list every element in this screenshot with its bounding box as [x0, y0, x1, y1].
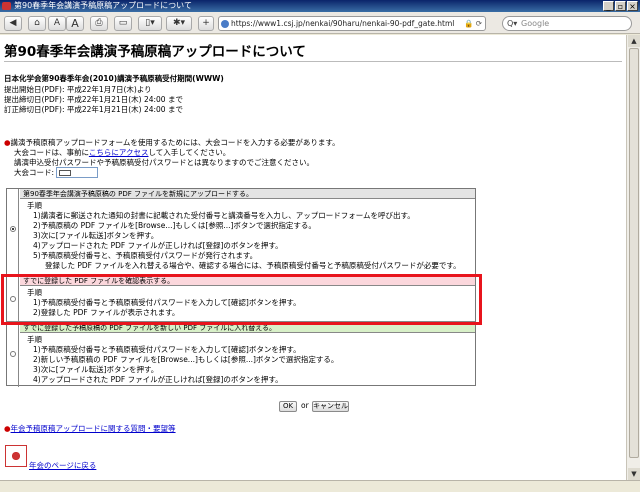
option-radio[interactable] [7, 189, 19, 275]
steps-title: 手順 [27, 335, 42, 344]
print-icon[interactable]: ⎙ [90, 16, 108, 31]
faq-link[interactable]: 年会予稿原稿アップロードに関する質問・要望等 [11, 424, 176, 433]
step-item: 4)アップロードされた PDF ファイルが正しければ[登録]のボタンを押す。 [33, 241, 283, 250]
scroll-thumb[interactable] [629, 48, 639, 458]
app-icon [2, 2, 11, 10]
address-bar[interactable]: https://www1.csj.jp/nenkai/90haru/nenkai… [218, 16, 486, 31]
divider [4, 61, 622, 62]
lock-reload-icons[interactable]: 🔒 ⟳ [464, 17, 482, 30]
add-bookmark-icon[interactable]: + [198, 16, 214, 31]
conference-code-field[interactable] [56, 167, 98, 178]
notice-line: 大会コードは、事前にこちらにアクセスして入手してください。 [14, 148, 231, 157]
minimize-button[interactable]: _ [603, 1, 614, 11]
back-to-conference-link[interactable]: 年会のページに戻る [29, 461, 96, 470]
step-item: 3)次に[ファイル転送]ボタンを押す。 [33, 365, 159, 374]
radio-icon [10, 351, 16, 357]
highlight-box [1, 274, 482, 325]
period-line: 提出締切日(PDF): 平成22年1月21日(木) 24:00 まで [4, 95, 183, 104]
address-url: https://www1.csj.jp/nenkai/90haru/nenkai… [231, 19, 455, 28]
bookmarks-icon[interactable]: ▭ [114, 16, 132, 31]
search-input[interactable]: Q▾ Google [502, 16, 632, 31]
step-item: 1)講演者に郵送された通知の封書に記載された受付番号と講演番号を入力し、アップロ… [33, 211, 415, 220]
faq-item: ●年会予稿原稿アップロードに関する質問・要望等 [4, 424, 176, 434]
notice-line: ●講演予稿原稿アップロードフォームを使用するためには、大会コードを入力する必要が… [4, 138, 340, 147]
step-item: 2)新しい予稿原稿の PDF ファイルを[Browse...]もしくは[参照..… [33, 355, 339, 364]
option-row: すでに登録した予稿原稿の PDF ファイルを新しい PDF ファイルに入れ替える… [7, 323, 475, 387]
cancel-button[interactable]: キャンセル [312, 401, 349, 412]
title-bar: 第90春季年会講演予稿原稿アップロードについて _ ▫ × [0, 0, 640, 12]
ok-button[interactable]: OK [279, 401, 297, 412]
access-code-link[interactable]: こちらにアクセス [89, 148, 149, 157]
scroll-up-icon[interactable]: ▲ [628, 35, 640, 47]
step-item: 4)アップロードされた PDF ファイルが正しければ[登録]のボタンを押す。 [33, 375, 283, 384]
status-bar [0, 480, 640, 492]
back-item: 年会のページに戻る [29, 461, 96, 471]
search-placeholder: Google [521, 19, 550, 28]
maximize-button[interactable]: ▫ [615, 1, 626, 11]
option-radio[interactable] [7, 323, 19, 387]
step-item: 登録した PDF ファイルを入れ替える場合や、確認する場合には、予稿原稿受付番号… [45, 261, 461, 270]
period-heading: 日本化学会第90春季年会(2010)講演予稿原稿受付期間(WWW) [4, 74, 224, 83]
search-icon: Q▾ [507, 19, 518, 28]
or-label: or [301, 401, 309, 410]
period-line: 訂正締切日(PDF): 平成22年1月21日(木) 24:00 まで [4, 105, 183, 114]
step-item: 1)予稿原稿受付番号と予稿原稿受付パスワードを入力して[確認]ボタンを押す。 [33, 345, 301, 354]
font-smaller-button[interactable]: A [48, 16, 66, 31]
radio-selected-icon [10, 226, 16, 232]
font-larger-button[interactable]: A [66, 16, 84, 31]
home-icon[interactable]: ⌂ [28, 16, 46, 31]
toolbar: ◀ ⌂ A A ⎙ ▭ ▯▾ ✱▾ + https://www1.csj.jp/… [0, 12, 640, 34]
option-row: 第90春季年会講演予稿原稿の PDF ファイルを新規にアップロードする。 手順 … [7, 189, 475, 275]
option-header: 第90春季年会講演予稿原稿の PDF ファイルを新規にアップロードする。 [20, 189, 475, 199]
step-item: 3)次に[ファイル転送]ボタンを押す。 [33, 231, 159, 240]
steps-title: 手順 [27, 201, 42, 210]
csj-logo[interactable] [5, 445, 27, 467]
step-item: 5)予稿原稿受付番号と、予稿原稿受付パスワードが発行されます。 [33, 251, 258, 260]
period-line: 提出開始日(PDF): 平成22年1月7日(木)より [4, 85, 152, 94]
close-button[interactable]: × [627, 1, 638, 11]
globe-icon [221, 20, 229, 28]
scroll-down-icon[interactable]: ▼ [628, 468, 640, 480]
gear-icon[interactable]: ✱▾ [166, 16, 192, 31]
vertical-scrollbar[interactable]: ▲ ▼ [626, 35, 640, 480]
back-icon[interactable]: ◀ [4, 16, 22, 31]
window-controls: _ ▫ × [603, 1, 638, 11]
step-item: 2)予稿原稿の PDF ファイルを[Browse...]もしくは[参照...]ボ… [33, 221, 316, 230]
web-page: 第90春季年会講演予稿原稿アップロードについて 日本化学会第90春季年会(201… [0, 35, 626, 480]
browser-window: 第90春季年会講演予稿原稿アップロードについて _ ▫ × ◀ ⌂ A A ⎙ … [0, 0, 640, 492]
page-title: 第90春季年会講演予稿原稿アップロードについて [4, 44, 306, 60]
code-label: 大会コード: [14, 168, 55, 177]
page-menu-icon[interactable]: ▯▾ [138, 16, 162, 31]
window-title: 第90春季年会講演予稿原稿アップロードについて [14, 1, 192, 10]
